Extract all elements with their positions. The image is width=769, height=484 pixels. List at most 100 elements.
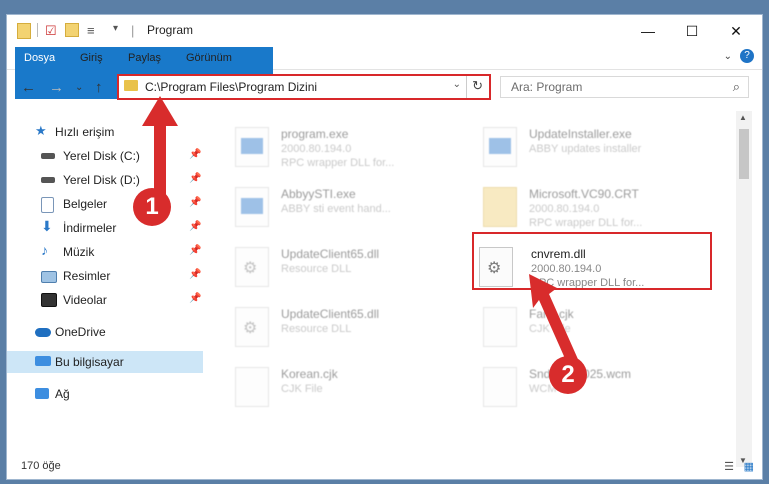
star-icon: ★ bbox=[35, 123, 47, 138]
item-count: 170 öğe bbox=[21, 460, 61, 472]
file-item[interactable]: UpdateClient65.dll Resource DLL bbox=[205, 241, 445, 293]
file-highlight-box bbox=[472, 232, 712, 290]
pin-icon[interactable]: 📌 bbox=[189, 149, 201, 160]
sidebar-item-label: İndirmeler bbox=[63, 221, 117, 235]
file-name: AbbyySTI.exe bbox=[281, 187, 356, 201]
pin-icon[interactable]: 📌 bbox=[189, 293, 201, 304]
file-item[interactable]: UpdateInstaller.exe ABBY updates install… bbox=[453, 121, 693, 173]
sidebar-item-videos[interactable]: Videolar 📌 bbox=[7, 289, 203, 311]
quick-access-dropdown-icon[interactable]: ▾ bbox=[113, 23, 118, 34]
separator bbox=[37, 23, 38, 37]
ribbon-expand-icon[interactable]: ⌄ bbox=[724, 51, 732, 62]
tab-view[interactable]: Görünüm bbox=[177, 47, 241, 69]
sidebar-item-label: Ağ bbox=[55, 387, 70, 401]
search-placeholder: Ara: Program bbox=[511, 80, 583, 94]
pin-icon[interactable]: 📌 bbox=[189, 269, 201, 280]
music-icon: ♪ bbox=[41, 242, 48, 258]
file-item[interactable]: program.exe 2000.80.194.0 RPC wrapper DL… bbox=[205, 121, 445, 173]
tiles-view-icon[interactable]: ▦ bbox=[744, 460, 754, 473]
file-description: Resource DLL bbox=[281, 323, 352, 335]
tab-home[interactable]: Giriş bbox=[71, 47, 112, 69]
step-badge-1: 1 bbox=[133, 188, 171, 226]
file-description: RPC wrapper DLL for... bbox=[529, 217, 643, 229]
refresh-icon[interactable]: ↻ bbox=[472, 78, 483, 94]
tab-share[interactable]: Paylaş bbox=[119, 47, 170, 69]
dll-icon bbox=[235, 307, 269, 347]
vertical-scrollbar[interactable]: ▲ ▼ bbox=[736, 111, 752, 467]
drive-icon bbox=[41, 177, 55, 183]
exe-icon bbox=[235, 127, 269, 167]
file-item[interactable]: Microsoft.VC90.CRT 2000.80.194.0 RPC wra… bbox=[453, 181, 693, 233]
file-description: ABBY sti event hand... bbox=[281, 203, 391, 215]
exe-icon bbox=[235, 187, 269, 227]
search-icon[interactable]: ⌕ bbox=[733, 79, 740, 95]
scroll-thumb[interactable] bbox=[739, 129, 749, 179]
documents-icon bbox=[41, 197, 54, 213]
title-bar: ☑ ≡ ▾ | Program — ☐ ✕ bbox=[7, 15, 762, 47]
sidebar-item-label: Müzik bbox=[63, 245, 95, 259]
ribbon-tabs: Dosya Giriş Paylaş Görünüm ⌄ ? bbox=[7, 47, 762, 99]
pin-icon[interactable]: 📌 bbox=[189, 245, 201, 256]
sidebar-item-music[interactable]: ♪ Müzik 📌 bbox=[7, 241, 203, 263]
pin-icon[interactable]: 📌 bbox=[189, 173, 201, 184]
sidebar-item-onedrive[interactable]: OneDrive bbox=[7, 321, 203, 343]
file-version: 2000.80.194.0 bbox=[281, 143, 352, 155]
maximize-button[interactable]: ☐ bbox=[669, 19, 715, 43]
file-item[interactable]: UpdateClient65.dll Resource DLL bbox=[205, 301, 445, 353]
status-bar: 170 öğe ☰ ▦ bbox=[7, 455, 762, 479]
file-name: program.exe bbox=[281, 127, 349, 141]
sidebar-item-label: OneDrive bbox=[55, 325, 106, 339]
file-description: Resource DLL bbox=[281, 263, 352, 275]
exe-icon bbox=[483, 127, 517, 167]
scroll-up-icon[interactable]: ▲ bbox=[739, 113, 747, 122]
back-button[interactable]: ← bbox=[21, 79, 36, 96]
details-view-icon[interactable]: ☰ bbox=[724, 460, 734, 473]
sidebar-item-label: Videolar bbox=[63, 293, 107, 307]
file-description: ABBY updates installer bbox=[529, 143, 642, 155]
folder-icon bbox=[124, 80, 138, 91]
sidebar-item-network[interactable]: Ağ bbox=[7, 383, 203, 405]
sidebar-item-label: Hızlı erişim bbox=[55, 125, 115, 139]
title-separator: | bbox=[131, 23, 135, 38]
cloud-icon bbox=[35, 328, 51, 337]
drive-icon bbox=[41, 153, 55, 159]
file-icon bbox=[483, 367, 517, 407]
address-dropdown-icon[interactable]: ⌄ bbox=[453, 79, 461, 90]
sidebar-item-label: Belgeler bbox=[63, 197, 108, 211]
recent-locations-button[interactable]: ⌄ bbox=[75, 82, 83, 93]
help-icon[interactable]: ? bbox=[740, 49, 754, 63]
file-item[interactable]: Korean.cjk CJK File bbox=[205, 361, 445, 413]
pictures-icon bbox=[41, 271, 57, 283]
properties-icon[interactable]: ☑ bbox=[45, 23, 57, 39]
sidebar-item-label: Yerel Disk (C:) bbox=[63, 149, 140, 163]
file-icon bbox=[483, 307, 517, 347]
file-version: 2000.80.194.0 bbox=[529, 203, 600, 215]
computer-icon bbox=[35, 356, 51, 366]
search-input[interactable]: Ara: Program ⌕ bbox=[500, 76, 749, 98]
separator bbox=[466, 76, 467, 98]
up-button[interactable]: ↑ bbox=[95, 79, 103, 96]
sidebar-item-downloads[interactable]: ⬇ İndirmeler 📌 bbox=[7, 217, 203, 239]
sidebar-item-this-pc[interactable]: Bu bilgisayar bbox=[7, 351, 203, 373]
file-name: Microsoft.VC90.CRT bbox=[529, 187, 639, 201]
customize-icon[interactable]: ≡ bbox=[87, 23, 95, 38]
sidebar-item-label: Resimler bbox=[63, 269, 111, 283]
file-icon bbox=[235, 367, 269, 407]
minimize-button[interactable]: — bbox=[625, 19, 671, 43]
address-path[interactable]: C:\Program Files\Program Dizini bbox=[145, 80, 317, 94]
file-name: UpdateClient65.dll bbox=[281, 247, 380, 261]
dll-icon bbox=[235, 247, 269, 287]
pin-icon[interactable]: 📌 bbox=[189, 197, 201, 208]
file-name: UpdateClient65.dll bbox=[281, 307, 380, 321]
close-button[interactable]: ✕ bbox=[713, 19, 759, 43]
file-item[interactable]: AbbyySTI.exe ABBY sti event hand... bbox=[205, 181, 445, 233]
sidebar-item-label: Yerel Disk (D:) bbox=[63, 173, 140, 187]
pin-icon[interactable]: 📌 bbox=[189, 221, 201, 232]
forward-button[interactable]: → bbox=[49, 79, 64, 96]
sidebar-item-pictures[interactable]: Resimler 📌 bbox=[7, 265, 203, 287]
folder-icon bbox=[483, 187, 517, 227]
new-folder-icon[interactable] bbox=[65, 23, 79, 37]
navigation-bar: ← → ⌄ ↑ C:\Program Files\Program Dizini … bbox=[7, 71, 762, 103]
sidebar-item-label: Bu bilgisayar bbox=[55, 355, 124, 369]
network-icon bbox=[35, 388, 49, 399]
